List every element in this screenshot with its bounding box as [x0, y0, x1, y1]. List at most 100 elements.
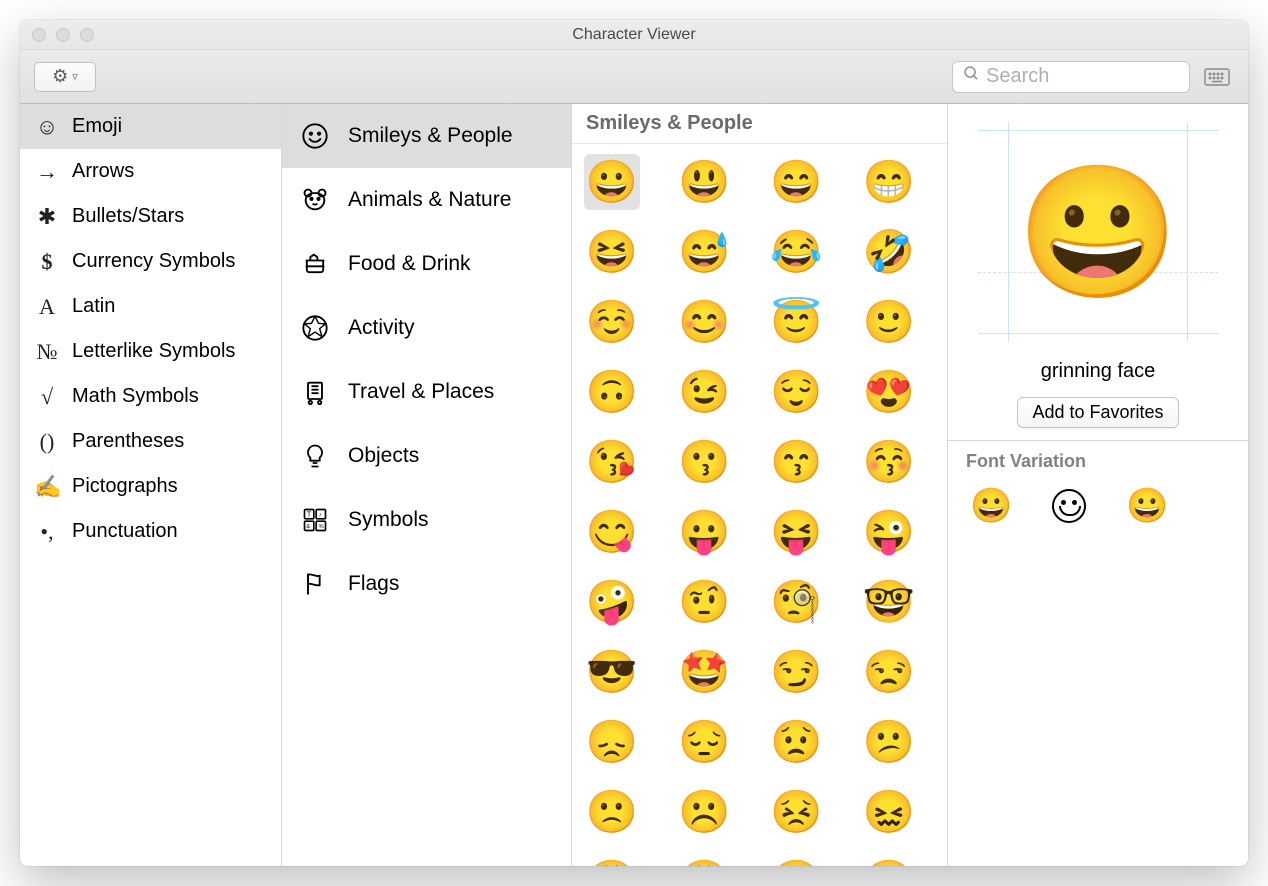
emoji-cell[interactable]: 🤓: [861, 574, 917, 630]
sidebar-item-label: Latin: [72, 295, 115, 318]
emoji-cell[interactable]: 🤣: [861, 224, 917, 280]
sidebar-item-label: Math Symbols: [72, 385, 199, 408]
emoji-cell[interactable]: 😏: [769, 644, 825, 700]
emoji-cell[interactable]: 😖: [861, 784, 917, 840]
emoji-cell[interactable]: 😕: [861, 714, 917, 770]
subcategory-symbols[interactable]: T♪&%Symbols: [282, 488, 571, 552]
svg-text:T: T: [307, 512, 312, 519]
grid-scroll[interactable]: 😀 😃 😄 😁 😆 😅 😂 🤣 ☺️ 😊 😇 🙂 🙃 😉 😌 😍 😘 😗 😙 😚 😋 😛 😝 😜 🤪 🤨 🧐 🤓 😎 🤩 😏 😒 😞 😔 😟 😕 🙁 ☹️…: [572, 144, 947, 866]
emoji-cell[interactable]: 😫: [584, 854, 640, 866]
emoji-cell[interactable]: 😩: [676, 854, 732, 866]
subcategory-travel-places[interactable]: Travel & Places: [282, 360, 571, 424]
columns: ☺Emoji→Arrows✱Bullets/Stars$Currency Sym…: [20, 104, 1248, 866]
font-variant[interactable]: 😀: [1126, 486, 1168, 526]
objects-icon: [300, 441, 330, 471]
preview-box: 😀 grinning face Add to Favorites: [948, 104, 1248, 440]
emoji-cell[interactable]: 🥺: [769, 854, 825, 866]
sidebar-item-latin[interactable]: ALatin: [20, 284, 281, 329]
subcategory-label: Food & Drink: [348, 252, 471, 276]
emoji-cell[interactable]: 😂: [769, 224, 825, 280]
subcategory-smileys-people[interactable]: Smileys & People: [282, 104, 571, 168]
subcategory-label: Objects: [348, 444, 419, 468]
emoji-cell[interactable]: 🤩: [676, 644, 732, 700]
zoom-icon[interactable]: [80, 28, 94, 42]
emoji-cell[interactable]: 🤨: [676, 574, 732, 630]
category-icon: $: [34, 249, 60, 275]
emoji-cell[interactable]: 😜: [861, 504, 917, 560]
sidebar-item-label: Bullets/Stars: [72, 205, 184, 228]
keyboard-viewer-button[interactable]: [1200, 62, 1234, 92]
subcategory-animals-nature[interactable]: Animals & Nature: [282, 168, 571, 232]
emoji-cell[interactable]: 😚: [861, 434, 917, 490]
emoji-cell[interactable]: 🙂: [861, 294, 917, 350]
emoji-cell[interactable]: 😣: [769, 784, 825, 840]
category-icon: (): [34, 429, 60, 455]
font-variant[interactable]: 😀: [970, 486, 1012, 526]
emoji-cell[interactable]: 😢: [861, 854, 917, 866]
emoji-cell[interactable]: 😘: [584, 434, 640, 490]
emoji-cell[interactable]: 😇: [769, 294, 825, 350]
emoji-cell[interactable]: 😊: [676, 294, 732, 350]
action-menu-button[interactable]: ⚙︎ ▿: [34, 62, 96, 92]
add-to-favorites-button[interactable]: Add to Favorites: [1017, 397, 1178, 428]
subcategory-label: Travel & Places: [348, 380, 494, 404]
sidebar-item-letterlike-symbols[interactable]: № Letterlike Symbols: [20, 329, 281, 374]
sidebar-item-label: Letterlike Symbols: [72, 340, 235, 363]
emoji-cell[interactable]: 😞: [584, 714, 640, 770]
emoji-cell[interactable]: 😒: [861, 644, 917, 700]
emoji-cell[interactable]: ☹️: [676, 784, 732, 840]
subcategory-label: Flags: [348, 572, 399, 596]
font-variation-row: 😀😀: [948, 478, 1248, 544]
sidebar-item-currency-symbols[interactable]: $Currency Symbols: [20, 239, 281, 284]
animals-nature-icon: [300, 185, 330, 215]
subcategory-list: Smileys & People Animals & Nature Food & D…: [282, 104, 572, 866]
sidebar-item-math-symbols[interactable]: √ Math Symbols: [20, 374, 281, 419]
emoji-cell[interactable]: 🧐: [769, 574, 825, 630]
close-icon[interactable]: [32, 28, 46, 42]
emoji-grid-column: Smileys & People 😀 😃 😄 😁 😆 😅 😂 🤣 ☺️ 😊 😇 🙂 🙃 😉 😌 😍 😘 😗 😙 😚 😋 😛…: [572, 104, 948, 866]
smileys-people-icon: [300, 121, 330, 151]
emoji-cell[interactable]: 😟: [769, 714, 825, 770]
emoji-cell[interactable]: 😄: [769, 154, 825, 210]
subcategory-flags[interactable]: Flags: [282, 552, 571, 616]
emoji-cell[interactable]: 😎: [584, 644, 640, 700]
emoji-cell[interactable]: 😆: [584, 224, 640, 280]
activity-icon: [300, 313, 330, 343]
emoji-cell[interactable]: 😁: [861, 154, 917, 210]
emoji-cell[interactable]: 🤪: [584, 574, 640, 630]
travel-places-icon: [300, 377, 330, 407]
emoji-cell[interactable]: 😅: [676, 224, 732, 280]
category-icon: №: [34, 339, 60, 365]
category-icon: √: [34, 384, 60, 410]
emoji-cell[interactable]: 😃: [676, 154, 732, 210]
subcategory-activity[interactable]: Activity: [282, 296, 571, 360]
emoji-cell[interactable]: ☺️: [584, 294, 640, 350]
emoji-cell[interactable]: 😀: [584, 154, 640, 210]
emoji-cell[interactable]: 😔: [676, 714, 732, 770]
emoji-cell[interactable]: 😉: [676, 364, 732, 420]
emoji-cell[interactable]: 😝: [769, 504, 825, 560]
flags-icon: [300, 569, 330, 599]
emoji-cell[interactable]: 😍: [861, 364, 917, 420]
sidebar-item-emoji[interactable]: ☺Emoji: [20, 104, 281, 149]
search-field[interactable]: [952, 61, 1190, 93]
subcategory-food-drink[interactable]: Food & Drink: [282, 232, 571, 296]
emoji-cell[interactable]: 😌: [769, 364, 825, 420]
subcategory-objects[interactable]: Objects: [282, 424, 571, 488]
minimize-icon[interactable]: [56, 28, 70, 42]
grid-header: Smileys & People: [572, 104, 947, 144]
font-variant[interactable]: [1052, 489, 1086, 523]
subcategory-label: Animals & Nature: [348, 188, 511, 212]
emoji-cell[interactable]: 🙁: [584, 784, 640, 840]
sidebar-item-parentheses[interactable]: ()Parentheses: [20, 419, 281, 464]
category-icon: ☺: [34, 114, 60, 140]
emoji-cell[interactable]: 😛: [676, 504, 732, 560]
emoji-cell[interactable]: 😙: [769, 434, 825, 490]
emoji-cell[interactable]: 🙃: [584, 364, 640, 420]
sidebar-item-punctuation[interactable]: •,Punctuation: [20, 509, 281, 554]
emoji-cell[interactable]: 😗: [676, 434, 732, 490]
sidebar-item-pictographs[interactable]: ✍Pictographs: [20, 464, 281, 509]
emoji-cell[interactable]: 😋: [584, 504, 640, 560]
sidebar-item-arrows[interactable]: →Arrows: [20, 149, 281, 194]
sidebar-item-bullets-stars[interactable]: ✱Bullets/Stars: [20, 194, 281, 239]
